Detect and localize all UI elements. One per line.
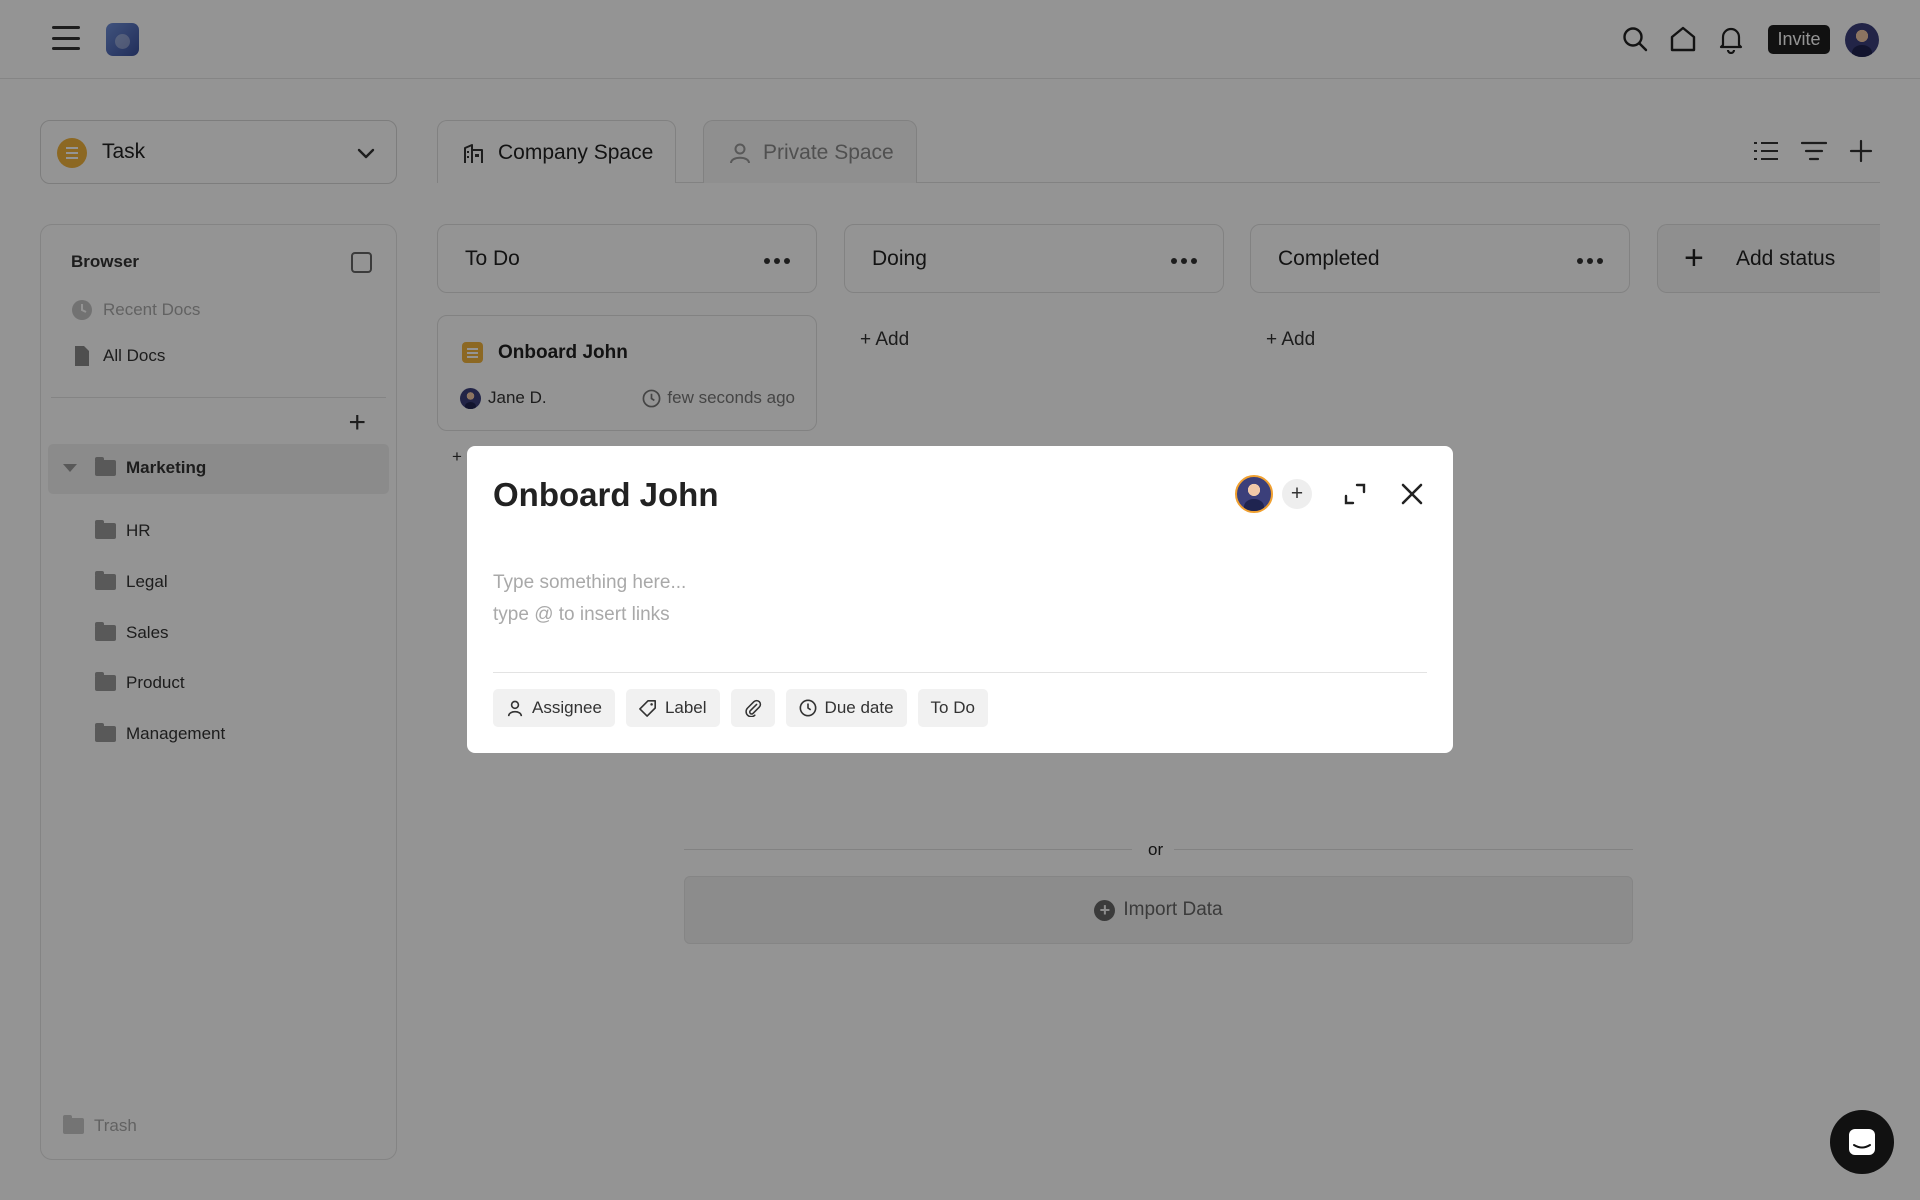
chat-icon (1849, 1129, 1875, 1155)
chip-label: Assignee (532, 698, 602, 717)
tag-icon (639, 699, 656, 717)
task-properties-bar: Assignee Label Due date To Do (493, 689, 988, 727)
collaborator-avatar[interactable] (1235, 475, 1273, 513)
modal-divider (493, 672, 1427, 673)
clock-icon (799, 699, 817, 717)
due-date-chip[interactable]: Due date (785, 689, 907, 727)
chip-label: Label (664, 698, 707, 717)
task-detail-modal: Onboard John + Type something here... ty… (467, 446, 1453, 753)
label-chip[interactable]: Label (625, 689, 720, 727)
add-collaborator-button[interactable]: + (1282, 479, 1312, 509)
support-chat-button[interactable] (1830, 1110, 1894, 1174)
chip-label: Due date (824, 698, 894, 717)
modal-title[interactable]: Onboard John (493, 476, 719, 514)
description-hint: type @ to insert links (493, 604, 670, 625)
app-page: Invite Task Company Space Private Space (0, 0, 1920, 1200)
description-placeholder[interactable]: Type something here... (493, 572, 686, 594)
attachment-chip[interactable] (730, 689, 775, 727)
assignee-chip[interactable]: Assignee (493, 689, 615, 727)
paperclip-icon (744, 699, 761, 717)
chip-label: To Do (930, 698, 975, 717)
expand-icon[interactable] (1343, 482, 1367, 506)
close-icon[interactable] (1399, 481, 1425, 507)
status-chip[interactable]: To Do (917, 689, 988, 727)
person-icon (507, 700, 523, 717)
